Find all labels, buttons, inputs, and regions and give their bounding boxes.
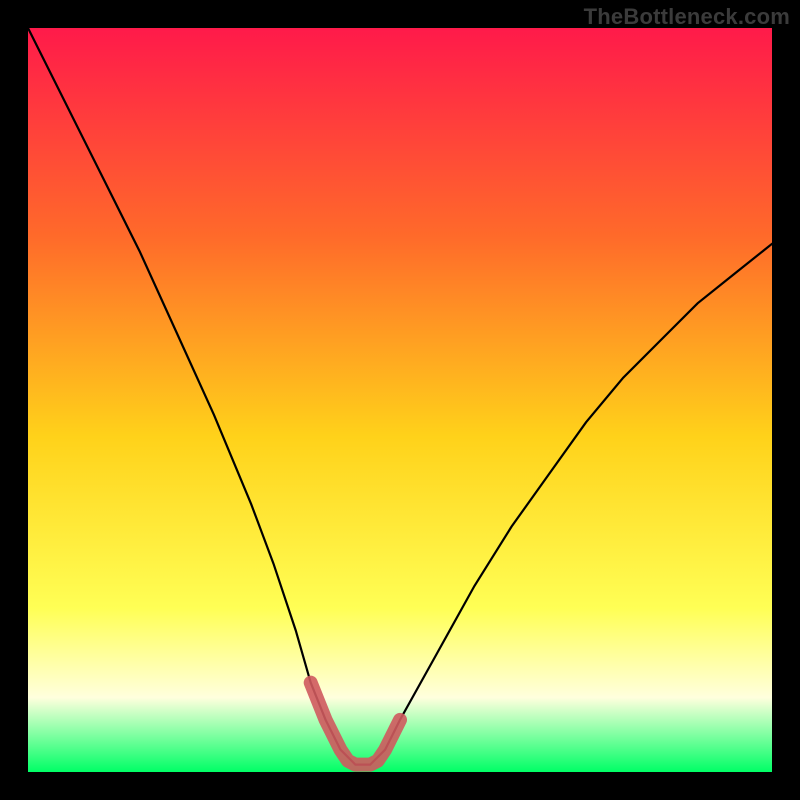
bottleneck-chart: [0, 0, 800, 800]
watermark-text: TheBottleneck.com: [584, 4, 790, 30]
chart-frame: { "watermark": "TheBottleneck.com", "col…: [0, 0, 800, 800]
plot-background: [28, 28, 772, 772]
